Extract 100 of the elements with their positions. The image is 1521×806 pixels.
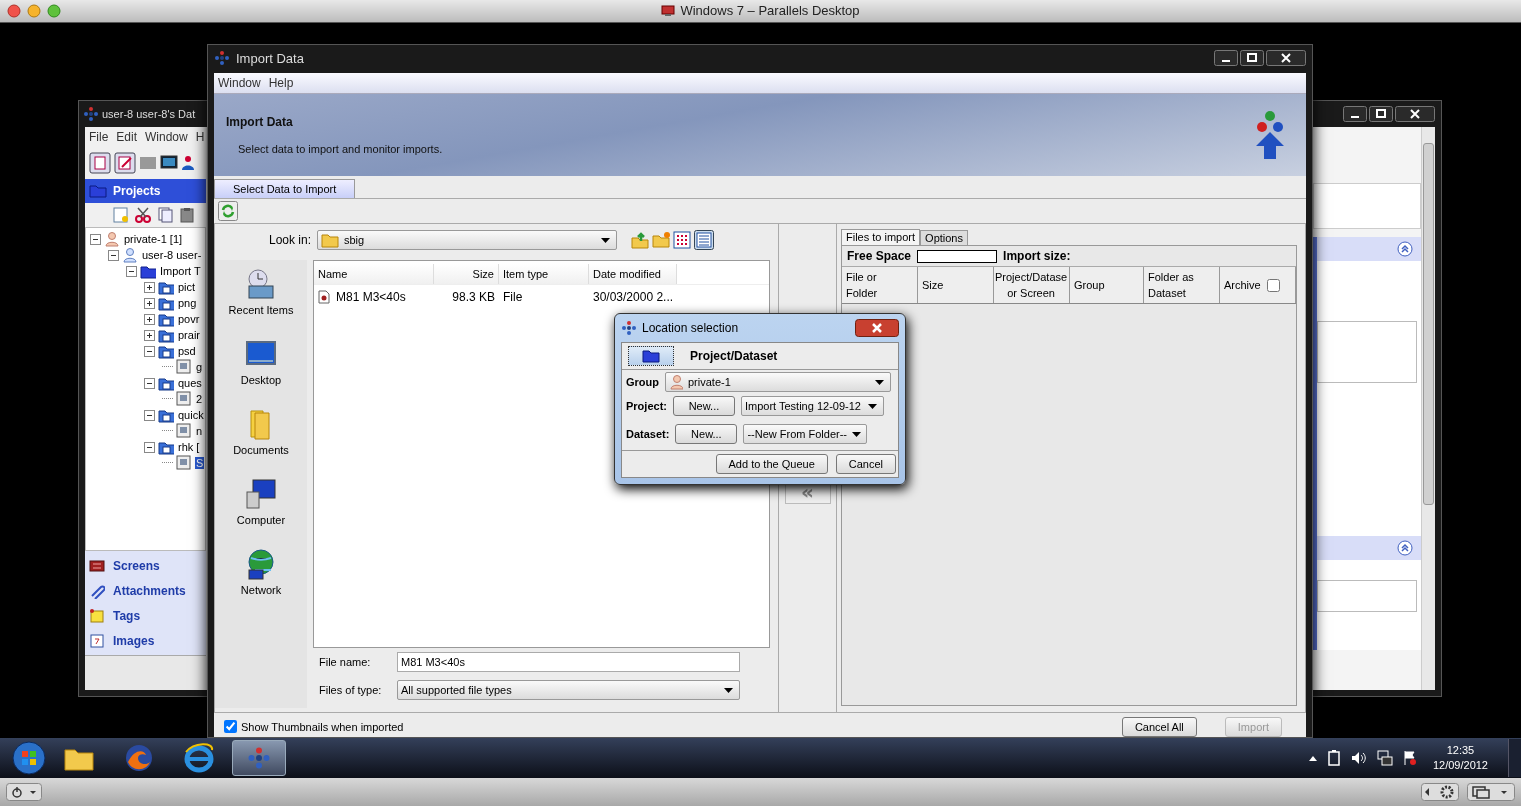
column-header[interactable]: Item type [499, 264, 589, 284]
tab[interactable]: Files to import [841, 229, 921, 245]
tree-item[interactable]: prair [177, 329, 201, 341]
people-icon[interactable] [181, 155, 195, 171]
collapse-icon[interactable] [1397, 241, 1413, 257]
expand-icon[interactable] [144, 297, 155, 309]
panel-header[interactable]: Projects [85, 179, 206, 203]
tree-item[interactable]: user-8 user- [141, 249, 203, 261]
tree-item[interactable]: psd [177, 345, 197, 357]
monitor-icon[interactable] [160, 155, 178, 171]
refresh-icon[interactable] [218, 201, 238, 221]
scrollbar[interactable] [1421, 127, 1435, 690]
cancel-button[interactable]: Cancel [835, 454, 896, 474]
file-name[interactable]: M81 M3<40s [336, 290, 406, 304]
menu-item[interactable]: Help [268, 76, 294, 90]
zoom-icon[interactable] [47, 4, 61, 18]
tree-item[interactable]: private-1 [1] [123, 233, 184, 245]
tree-item[interactable]: povr [177, 313, 201, 325]
archive-checkbox[interactable] [1266, 278, 1280, 292]
section-header[interactable]: Screens [85, 553, 206, 578]
expand-icon[interactable] [144, 313, 155, 325]
menu-item[interactable]: Window [145, 130, 188, 144]
collapse-icon[interactable] [90, 233, 101, 245]
folder-button[interactable] [628, 346, 674, 366]
expand-icon[interactable] [144, 329, 155, 341]
tree-item[interactable]: pict [177, 281, 197, 293]
view-mode-icon[interactable] [1467, 783, 1515, 801]
close-icon[interactable] [855, 319, 899, 337]
collapse-icon[interactable] [1397, 540, 1413, 556]
expand-icon[interactable] [144, 281, 155, 293]
tree-item[interactable]: n [195, 425, 204, 437]
collapse-icon[interactable] [144, 409, 155, 421]
dataset-dropdown[interactable]: --New From Folder-- [743, 424, 868, 444]
flag-icon[interactable] [1402, 750, 1417, 766]
collapse-icon[interactable] [144, 377, 155, 389]
tree-item[interactable]: Import T [159, 265, 202, 277]
speaker-icon[interactable] [1350, 751, 1367, 765]
column-header[interactable]: Folder as Dataset [1144, 267, 1220, 303]
project-dropdown[interactable]: Import Testing 12-09-12 [740, 396, 884, 416]
place-item[interactable]: Computer [215, 478, 307, 548]
tree-item[interactable]: ques [177, 377, 203, 389]
file-name-field[interactable]: M81 M3<40s [397, 652, 740, 672]
column-header[interactable]: File or Folder [842, 267, 918, 303]
clock[interactable]: 12:35 12/09/2012 [1426, 743, 1494, 773]
settings-icon[interactable] [1421, 783, 1459, 801]
collapse-icon[interactable] [144, 345, 155, 357]
column-header[interactable]: Size [918, 267, 994, 303]
menu-item[interactable]: H [195, 130, 205, 144]
place-item[interactable]: Recent Items [215, 268, 307, 338]
tree-item[interactable]: rhk [ [177, 441, 201, 453]
start-icon[interactable] [12, 741, 46, 775]
collapse-icon[interactable] [126, 265, 137, 277]
menu-item[interactable]: Edit [116, 130, 138, 144]
scissors-icon[interactable] [135, 207, 151, 223]
column-header[interactable]: Group [1070, 267, 1144, 303]
maximize-icon[interactable] [1369, 106, 1393, 122]
thumbnails-checkbox[interactable] [224, 720, 237, 733]
cancel-all-button[interactable]: Cancel All [1121, 716, 1197, 737]
look-in-dropdown[interactable]: sbig [317, 230, 617, 250]
close-icon[interactable] [1395, 106, 1435, 122]
up-folder-icon[interactable] [631, 231, 649, 249]
edit-icon[interactable] [114, 152, 136, 174]
copy-icon[interactable] [157, 207, 173, 223]
minimize-icon[interactable] [1343, 106, 1367, 122]
tree-item[interactable]: g [195, 361, 204, 373]
place-item[interactable]: Desktop [215, 338, 307, 408]
tree-view-icon[interactable] [89, 152, 111, 174]
tree-item[interactable]: S [195, 457, 205, 469]
file-type-dropdown[interactable]: All supported file types [397, 680, 740, 700]
column-header[interactable]: Size [434, 264, 499, 284]
new-project-button[interactable]: New... [672, 396, 735, 416]
minimize-icon[interactable] [1214, 50, 1238, 66]
tab[interactable]: Options [920, 230, 968, 245]
maximize-icon[interactable] [1240, 50, 1264, 66]
network-icon[interactable] [1376, 750, 1393, 766]
new-dataset-button[interactable]: New... [675, 424, 738, 444]
tree-item[interactable]: 2 [195, 393, 204, 405]
collapse-icon[interactable] [108, 249, 119, 261]
paste-icon[interactable] [179, 207, 195, 223]
column-header[interactable]: Project/Datase or Screen [994, 267, 1070, 303]
group-dropdown[interactable]: private-1 [665, 372, 891, 392]
section-header[interactable]: Images [85, 628, 206, 653]
place-item[interactable]: Documents [215, 408, 307, 478]
tree-item[interactable]: quick [177, 409, 205, 421]
place-item[interactable]: Network [215, 548, 307, 618]
tree-item[interactable]: png [177, 297, 198, 309]
details-view-icon[interactable] [694, 230, 714, 250]
scroll-thumb[interactable] [1423, 143, 1434, 505]
section-header[interactable]: Tags [85, 603, 206, 628]
list-view-icon[interactable] [673, 231, 691, 249]
close-icon[interactable] [1266, 50, 1306, 66]
add-to-queue-button[interactable]: Add to the Queue [715, 454, 828, 474]
caret-up-icon[interactable] [1308, 755, 1317, 761]
column-header[interactable]: Name [314, 264, 434, 284]
collapse-icon[interactable] [144, 441, 155, 453]
column-header[interactable]: Date modified [589, 264, 677, 284]
tab[interactable]: Select Data to Import [214, 179, 356, 198]
menu-item[interactable]: File [89, 130, 109, 144]
menu-item[interactable]: Window [218, 76, 261, 90]
power-menu-icon[interactable] [6, 783, 42, 801]
